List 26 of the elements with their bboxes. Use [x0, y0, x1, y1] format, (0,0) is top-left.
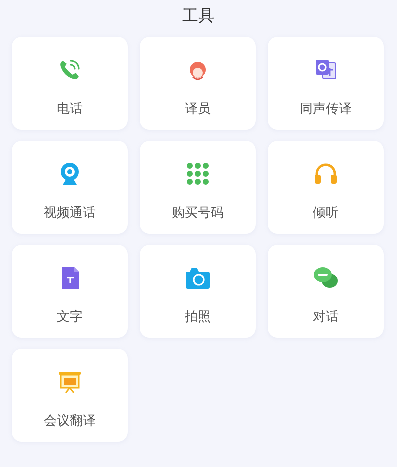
tool-label: 购买号码: [172, 205, 224, 222]
tool-label: 文字: [57, 309, 83, 326]
tool-tile[interactable]: 电话: [12, 37, 128, 130]
tool-label: 同声传译: [300, 101, 352, 118]
tool-label: 电话: [57, 101, 83, 118]
tool-tile[interactable]: 视频通话: [12, 141, 128, 234]
chat-bubbles-icon: [313, 265, 339, 291]
tool-tile[interactable]: 文字: [12, 245, 128, 338]
section-title: 工具: [182, 5, 214, 27]
camera-icon: [185, 265, 211, 291]
tool-tile[interactable]: 购买号码: [140, 141, 256, 234]
tool-tile[interactable]: 拍照: [140, 245, 256, 338]
tool-tile[interactable]: 会议翻译: [12, 349, 128, 442]
tool-tile[interactable]: 对话: [268, 245, 384, 338]
tool-tile[interactable]: 倾听: [268, 141, 384, 234]
tool-tile[interactable]: 译员: [140, 37, 256, 130]
tool-label: 拍照: [185, 309, 211, 326]
tool-label: 对话: [313, 309, 339, 326]
tool-label: 会议翻译: [44, 413, 96, 430]
presentation-board-icon: [57, 369, 83, 395]
tool-tile[interactable]: 同声传译: [268, 37, 384, 130]
headphones-icon: [313, 161, 339, 187]
tool-label: 倾听: [313, 205, 339, 222]
tool-label: 视频通话: [44, 205, 96, 222]
tool-label: 译员: [185, 101, 211, 118]
keypad-icon: [185, 161, 211, 187]
